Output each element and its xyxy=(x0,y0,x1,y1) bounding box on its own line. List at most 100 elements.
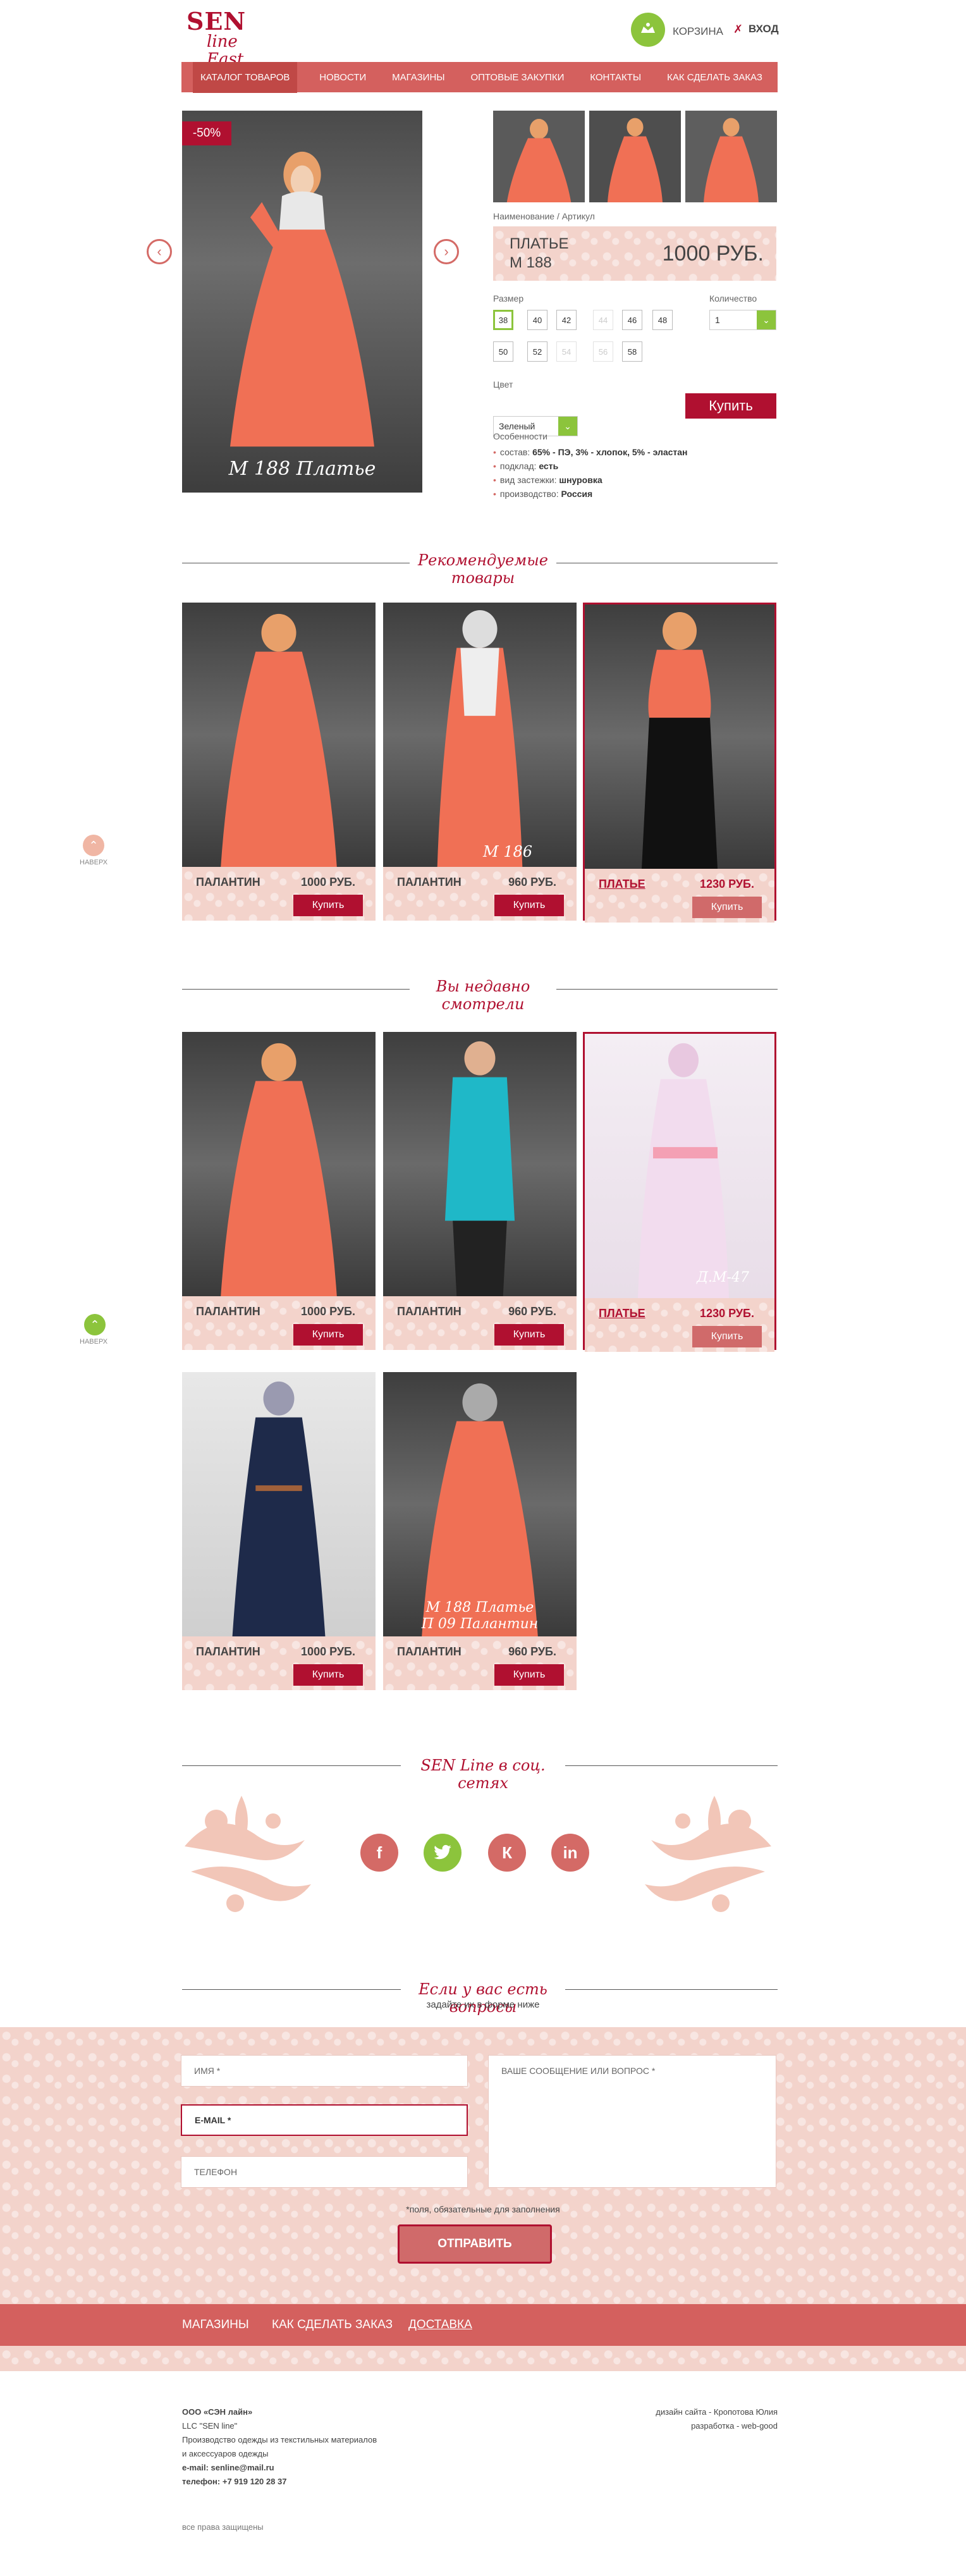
cart-icon[interactable] xyxy=(631,13,665,47)
size-option[interactable]: 40 xyxy=(527,310,547,330)
required-note: *поля, обязательные для заполнения xyxy=(406,2204,560,2214)
divider xyxy=(565,1765,778,1766)
size-option[interactable]: 38 xyxy=(493,310,513,330)
product-card-caption: М 186 xyxy=(482,843,532,861)
chevron-up-icon: ⌃ xyxy=(90,1318,100,1331)
company-name-en: LLC "SEN line" xyxy=(182,2421,238,2431)
product-name: ПЛАТЬЕ xyxy=(510,235,569,252)
size-option[interactable]: 44 xyxy=(593,310,613,330)
product-card[interactable]: ПАЛАНТИН 1000 РУБ. Купить xyxy=(182,1032,376,1350)
size-option[interactable]: 56 xyxy=(593,341,613,362)
nav-contacts[interactable]: КОНТАКТЫ xyxy=(586,67,645,88)
phone-field[interactable]: ТЕЛЕФОН xyxy=(181,2156,468,2188)
product-card-image: Д.М-47 xyxy=(585,1034,774,1298)
size-option[interactable]: 54 xyxy=(556,341,577,362)
divider xyxy=(182,1765,401,1766)
twitter-icon[interactable] xyxy=(424,1834,462,1872)
linkedin-icon[interactable]: in xyxy=(551,1834,589,1872)
chevron-right-icon: › xyxy=(444,243,449,259)
product-card-price: 1000 РУБ. xyxy=(301,876,355,888)
nav-shops[interactable]: МАГАЗИНЫ xyxy=(388,67,448,88)
facebook-icon[interactable]: f xyxy=(360,1834,398,1872)
product-card-price: 960 РУБ. xyxy=(508,1645,556,1658)
social-title: SEN Line в соц. сетях xyxy=(420,1757,546,1792)
nav-catalog[interactable]: КАТАЛОГ ТОВАРОВ xyxy=(193,61,298,93)
feature-item: • состав: 65% - ПЭ, 3% - хлопок, 5% - эла… xyxy=(493,447,688,457)
next-image-button[interactable]: › xyxy=(434,239,459,264)
product-card-buy-button[interactable]: Купить xyxy=(692,897,762,918)
product-card[interactable]: М 188 Платье П 09 Палантин ПАЛАНТИН 960 … xyxy=(383,1372,577,1690)
vk-icon[interactable]: К xyxy=(488,1834,526,1872)
product-card-highlighted[interactable]: ПЛАТЬЕ 1230 РУБ. Купить xyxy=(583,603,776,923)
product-card-buy-button[interactable]: Купить xyxy=(494,1324,564,1346)
size-option[interactable]: 42 xyxy=(556,310,577,330)
company-email[interactable]: e-mail: senline@mail.ru xyxy=(182,2461,377,2475)
footer-nav: МАГАЗИНЫ КАК СДЕЛАТЬ ЗАКАЗ ДОСТАВКА xyxy=(0,2304,966,2346)
size-option[interactable]: 58 xyxy=(622,341,642,362)
buy-button[interactable]: Купить xyxy=(685,393,776,419)
nav-how-to-order[interactable]: КАК СДЕЛАТЬ ЗАКАЗ xyxy=(663,67,766,88)
company-description: Производство одежды из текстильных матер… xyxy=(182,2435,377,2444)
floral-ornament xyxy=(178,1783,317,1929)
login-icon: ✗ xyxy=(733,23,743,35)
floral-ornament xyxy=(639,1783,778,1929)
size-option[interactable]: 48 xyxy=(652,310,673,330)
product-card[interactable]: ПАЛАНТИН 960 РУБ. Купить xyxy=(383,1032,577,1350)
product-card-name: ПАЛАНТИН xyxy=(397,1645,462,1658)
product-card-buy-button[interactable]: Купить xyxy=(494,895,564,916)
cart-link[interactable]: КОРЗИНА xyxy=(673,25,723,38)
product-card-name: ПАЛАНТИН xyxy=(196,1305,260,1318)
scroll-up-button[interactable]: ⌃ xyxy=(83,835,104,856)
product-card[interactable]: М 186 ПАЛАНТИН 960 РУБ. Купить xyxy=(383,603,577,921)
product-card-image xyxy=(383,1032,577,1296)
product-thumbnail[interactable] xyxy=(493,111,585,202)
nav-wholesale[interactable]: ОПТОВЫЕ ЗАКУПКИ xyxy=(467,67,568,88)
product-card-buy-button[interactable]: Купить xyxy=(293,1324,363,1346)
size-option[interactable]: 52 xyxy=(527,341,547,362)
name-field[interactable]: ИМЯ * xyxy=(181,2055,468,2087)
feature-item: • вид застежки: шнуровка xyxy=(493,475,602,485)
nav-news[interactable]: НОВОСТИ xyxy=(315,67,370,88)
company-description: и аксессуаров одежды xyxy=(182,2449,269,2458)
site-logo[interactable]: SEN line East xyxy=(181,9,276,69)
footer-link-shops[interactable]: МАГАЗИНЫ xyxy=(182,2318,249,2332)
product-card-name: ПАЛАНТИН xyxy=(397,876,462,888)
product-card-buy-button[interactable]: Купить xyxy=(293,895,363,916)
login-link[interactable]: ВХОД xyxy=(749,23,779,35)
quantity-select[interactable]: 1 ⌄ xyxy=(709,310,776,330)
product-card-buy-button[interactable]: Купить xyxy=(293,1664,363,1686)
dev-credit[interactable]: разработка - web-good xyxy=(620,2419,778,2433)
footer-link-how-to-order[interactable]: КАК СДЕЛАТЬ ЗАКАЗ xyxy=(272,2318,393,2332)
send-button[interactable]: ОТПРАВИТЬ xyxy=(398,2224,552,2264)
product-card-image: М 186 xyxy=(383,603,577,867)
scroll-up-button[interactable]: ⌃ xyxy=(84,1314,106,1335)
product-card-price: 1230 РУБ. xyxy=(700,1307,754,1320)
scroll-up-label: НАВЕРХ xyxy=(80,1338,108,1346)
product-card-buy-button[interactable]: Купить xyxy=(494,1664,564,1686)
divider xyxy=(182,1989,401,1990)
product-card-info: ПЛАТЬЕ 1230 РУБ. Купить xyxy=(585,869,774,923)
product-thumbnail[interactable] xyxy=(589,111,681,202)
product-card-highlighted[interactable]: Д.М-47 ПЛАТЬЕ 1230 РУБ. Купить xyxy=(583,1032,776,1352)
design-credit[interactable]: дизайн сайта - Кропотова Юлия xyxy=(620,2405,778,2419)
size-option[interactable]: 50 xyxy=(493,341,513,362)
product-card-info: ПАЛАНТИН 1000 РУБ. Купить xyxy=(182,1296,376,1350)
prev-image-button[interactable]: ‹ xyxy=(147,239,172,264)
product-card[interactable]: ПАЛАНТИН 1000 РУБ. Купить xyxy=(182,1372,376,1690)
feature-item: • подклад: есть xyxy=(493,461,559,471)
product-card-info: ПАЛАНТИН 1000 РУБ. Купить xyxy=(182,867,376,921)
footer-link-delivery[interactable]: ДОСТАВКА xyxy=(408,2318,472,2332)
message-field[interactable]: ВАШЕ СООБЩЕНИЕ ИЛИ ВОПРОС * xyxy=(488,2055,776,2188)
product-card-buy-button[interactable]: Купить xyxy=(692,1326,762,1347)
product-card-caption: М 188 Платье П 09 Палантин xyxy=(421,1600,539,1632)
size-option[interactable]: 46 xyxy=(622,310,642,330)
quantity-value: 1 xyxy=(715,315,720,325)
name-article-label: Наименование / Артикул xyxy=(493,211,595,221)
product-card[interactable]: ПАЛАНТИН 1000 РУБ. Купить xyxy=(182,603,376,921)
recommended-title: Рекомендуемые товары xyxy=(417,551,549,587)
divider xyxy=(182,989,410,990)
product-image-caption: М 188 Платье xyxy=(228,458,376,480)
product-thumbnail[interactable] xyxy=(685,111,777,202)
email-field[interactable]: E-MAIL * xyxy=(181,2104,468,2136)
chevron-down-icon: ⌄ xyxy=(757,310,776,329)
